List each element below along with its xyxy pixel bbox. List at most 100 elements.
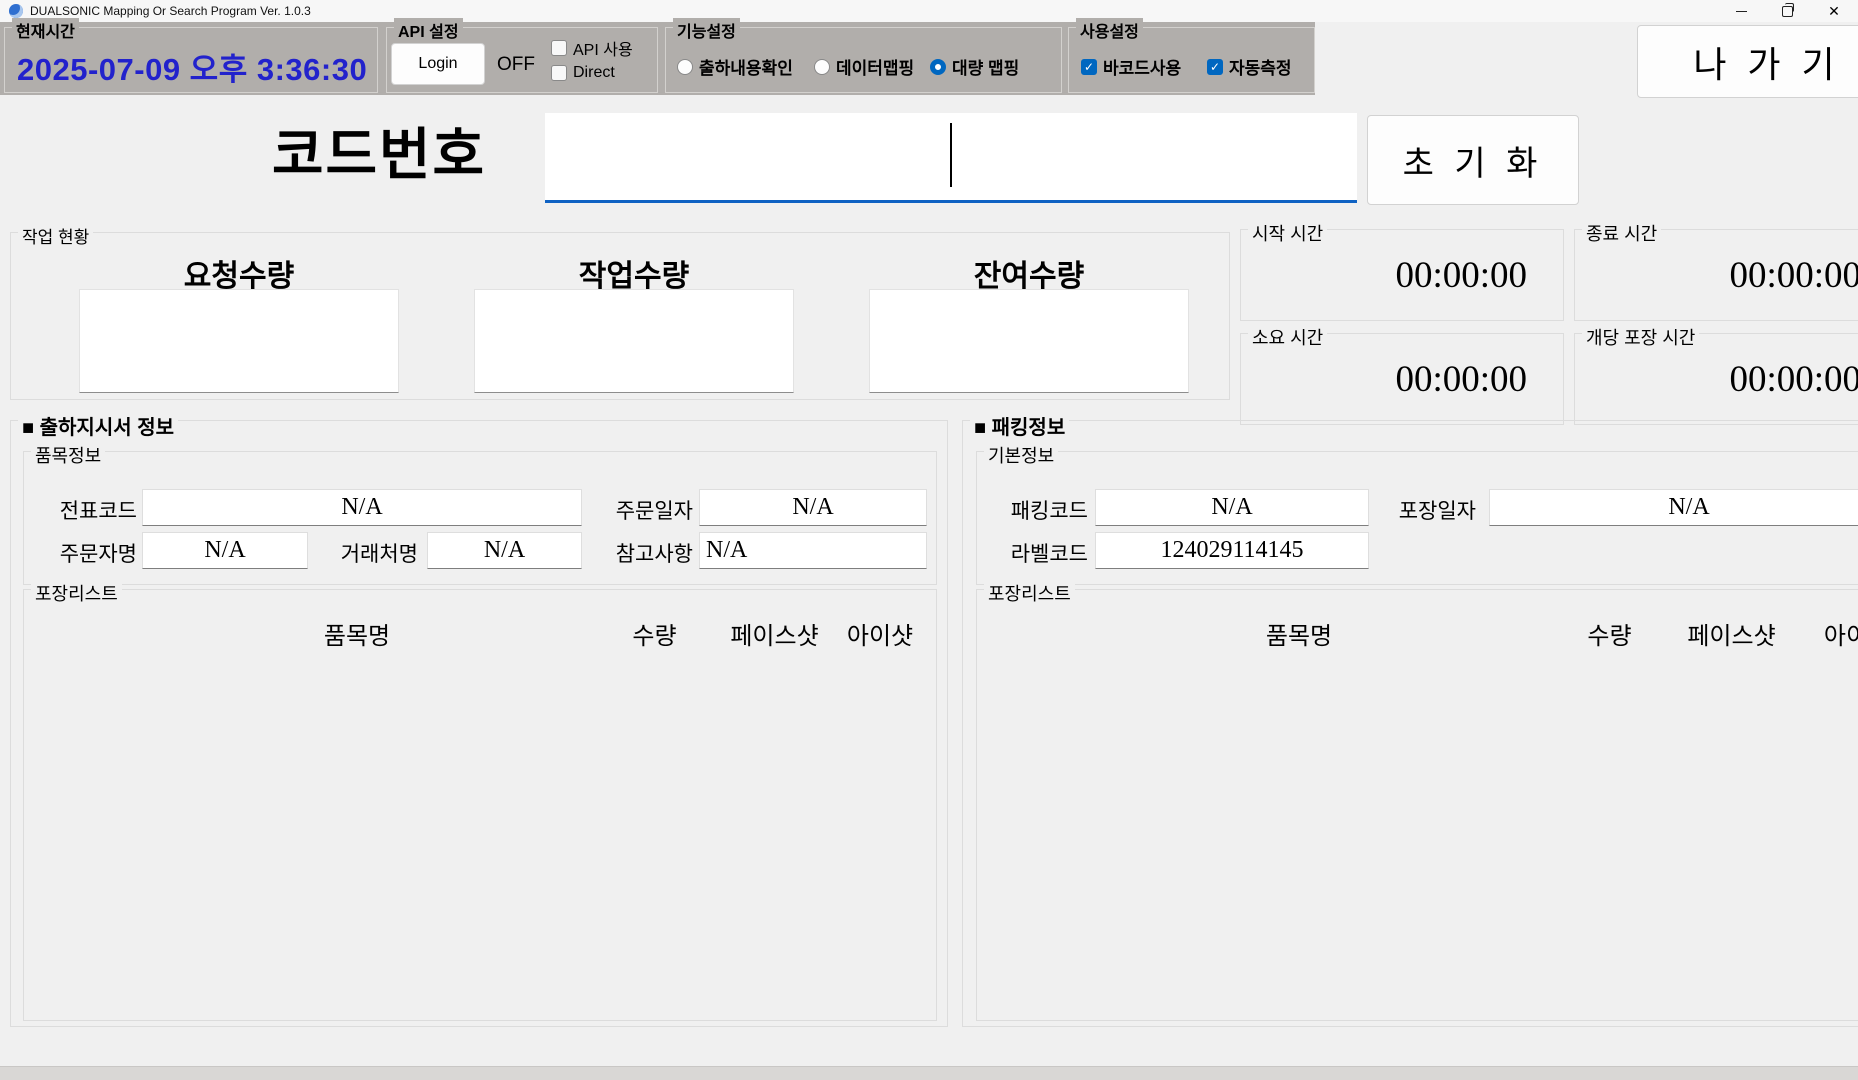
end-time-value: 00:00:00	[1729, 254, 1858, 297]
close-icon: ✕	[1828, 4, 1840, 18]
app-icon	[9, 4, 23, 18]
item-info-legend: 품목정보	[31, 442, 105, 468]
login-button[interactable]: Login	[391, 43, 485, 85]
api-use-checkbox[interactable]: ✓	[551, 40, 567, 56]
function-settings-legend: 기능설정	[673, 18, 740, 42]
usage-settings-legend: 사용설정	[1076, 18, 1143, 42]
auto-measure-label: 자동측정	[1229, 54, 1292, 79]
radio-shipping-check-icon[interactable]	[677, 59, 693, 75]
work-status-legend: 작업 현황	[18, 223, 93, 248]
per-item-packing-time-value: 00:00:00	[1729, 358, 1858, 401]
radio-bulk-mapping[interactable]: 대량 맵핑	[930, 54, 1019, 79]
orderer-name-label: 주문자명	[32, 538, 137, 568]
direct-checkbox[interactable]: ✓	[551, 65, 567, 81]
function-settings-group: 기능설정 출하내용확인 데이터맵핑 대량 맵핑	[665, 27, 1062, 93]
minimize-icon	[1736, 11, 1747, 12]
current-time-value: 2025-07-09 오후 3:36:30	[17, 44, 367, 89]
reset-button[interactable]: 초 기 화	[1367, 115, 1579, 205]
barcode-use-checkbox[interactable]: ✓	[1081, 59, 1097, 75]
code-number-label: 코드번호	[272, 110, 486, 191]
packing-info-section: ■ 패킹정보 기본정보 패킹코드 N/A 포장일자 N/A 라벨코드 12402…	[962, 420, 1858, 1027]
api-settings-group: API 설정 Login OFF ✓ API 사용 ✓ Direct	[386, 27, 658, 93]
packing-col-qty: 수량	[1572, 616, 1647, 651]
elapsed-time-value: 00:00:00	[1395, 358, 1527, 401]
login-button-label: Login	[418, 55, 457, 73]
api-use-checkbox-row[interactable]: ✓ API 사용	[551, 36, 633, 60]
order-date-value[interactable]: N/A	[699, 489, 927, 526]
radio-shipping-check[interactable]: 출하내용확인	[677, 54, 793, 79]
packing-info-title: ■ 패킹정보	[970, 411, 1069, 440]
api-use-label: API 사용	[573, 36, 633, 60]
title-bar: DUALSONIC Mapping Or Search Program Ver.…	[0, 0, 1858, 22]
text-caret	[950, 123, 952, 187]
shipping-packing-list-legend: 포장리스트	[31, 580, 122, 606]
label-code-value[interactable]: 124029114145	[1095, 532, 1369, 569]
packing-code-label: 패킹코드	[983, 495, 1088, 525]
radio-bulk-mapping-icon[interactable]	[930, 59, 946, 75]
minimize-button[interactable]	[1718, 0, 1764, 22]
start-time-legend: 시작 시간	[1248, 220, 1327, 246]
remarks-value[interactable]: N/A	[699, 532, 927, 569]
worked-qty-box[interactable]	[474, 289, 794, 393]
auto-measure-checkbox[interactable]: ✓	[1207, 59, 1223, 75]
api-status-text: OFF	[497, 54, 535, 76]
current-time-group: 현재시간 2025-07-09 오후 3:36:30	[4, 27, 378, 93]
order-date-label: 주문일자	[598, 495, 693, 525]
shipping-col-qty: 수량	[617, 616, 692, 651]
start-time-group: 시작 시간 00:00:00	[1240, 229, 1564, 321]
radio-bulk-mapping-label: 대량 맵핑	[952, 54, 1019, 79]
basic-info-group: 기본정보 패킹코드 N/A 포장일자 N/A 라벨코드 124029114145	[976, 451, 1858, 585]
shipping-col-face-shot: 페이스샷	[727, 616, 822, 651]
current-time-legend: 현재시간	[12, 18, 79, 42]
radio-data-mapping-icon[interactable]	[814, 59, 830, 75]
slip-code-label: 전표코드	[32, 495, 137, 525]
radio-shipping-check-label: 출하내용확인	[699, 54, 793, 79]
shipping-col-eye-shot: 아이샷	[840, 616, 920, 651]
reset-button-label: 초 기 화	[1403, 136, 1544, 185]
auto-measure-checkbox-row[interactable]: ✓ 자동측정	[1207, 54, 1292, 79]
window-bottom-edge	[0, 1066, 1858, 1080]
barcode-use-checkbox-row[interactable]: ✓ 바코드사용	[1081, 54, 1181, 79]
customer-name-value[interactable]: N/A	[427, 532, 582, 569]
radio-data-mapping[interactable]: 데이터맵핑	[814, 54, 914, 79]
elapsed-time-legend: 소요 시간	[1248, 324, 1327, 350]
usage-settings-group: 사용설정 ✓ 바코드사용 ✓ 자동측정	[1068, 27, 1315, 93]
direct-checkbox-row[interactable]: ✓ Direct	[551, 64, 615, 82]
shipping-col-item-name: 품목명	[182, 616, 532, 651]
start-time-value: 00:00:00	[1395, 254, 1527, 297]
api-settings-legend: API 설정	[394, 18, 463, 42]
slip-code-value[interactable]: N/A	[142, 489, 582, 526]
basic-info-legend: 기본정보	[984, 442, 1058, 468]
packing-date-label: 포장일자	[1381, 495, 1476, 525]
packing-col-face-shot: 페이스샷	[1684, 616, 1779, 651]
requested-qty-box[interactable]	[79, 289, 399, 393]
app-window: DUALSONIC Mapping Or Search Program Ver.…	[0, 0, 1858, 1080]
packing-packing-list-legend: 포장리스트	[984, 580, 1075, 606]
barcode-use-label: 바코드사용	[1103, 54, 1181, 79]
end-time-group: 종료 시간 00:00:00	[1574, 229, 1858, 321]
orderer-name-value[interactable]: N/A	[142, 532, 308, 569]
customer-name-label: 거래처명	[318, 538, 418, 568]
packing-date-value[interactable]: N/A	[1489, 489, 1858, 526]
maximize-button[interactable]	[1764, 0, 1810, 22]
end-time-legend: 종료 시간	[1582, 220, 1661, 246]
close-button[interactable]: ✕	[1810, 0, 1858, 22]
per-item-packing-time-legend: 개당 포장 시간	[1582, 324, 1699, 350]
packing-code-value[interactable]: N/A	[1095, 489, 1369, 526]
packing-col-eye-shot: 아이샷	[1812, 616, 1858, 651]
remaining-qty-box[interactable]	[869, 289, 1189, 393]
exit-button[interactable]: 나 가 기	[1637, 25, 1858, 98]
packing-packing-list-body[interactable]	[987, 650, 1858, 1010]
item-info-group: 품목정보 전표코드 N/A 주문일자 N/A 주문자명 N/A 거래처명 N/A…	[23, 451, 937, 585]
shipping-packing-list-body[interactable]	[34, 650, 924, 1010]
remarks-label: 참고사항	[598, 538, 693, 568]
elapsed-time-group: 소요 시간 00:00:00	[1240, 333, 1564, 425]
per-item-packing-time-group: 개당 포장 시간 00:00:00	[1574, 333, 1858, 425]
restore-icon	[1782, 6, 1793, 17]
label-code-label: 라벨코드	[983, 538, 1088, 568]
shipping-info-section: ■ 출하지시서 정보 품목정보 전표코드 N/A 주문일자 N/A 주문자명 N…	[10, 420, 948, 1027]
window-title: DUALSONIC Mapping Or Search Program Ver.…	[30, 4, 311, 18]
work-status-group: 작업 현황 요청수량 작업수량 잔여수량	[10, 232, 1230, 400]
shipping-packing-list-group: 포장리스트 품목명 수량 페이스샷 아이샷	[23, 589, 937, 1021]
shipping-info-title: ■ 출하지시서 정보	[18, 411, 178, 440]
